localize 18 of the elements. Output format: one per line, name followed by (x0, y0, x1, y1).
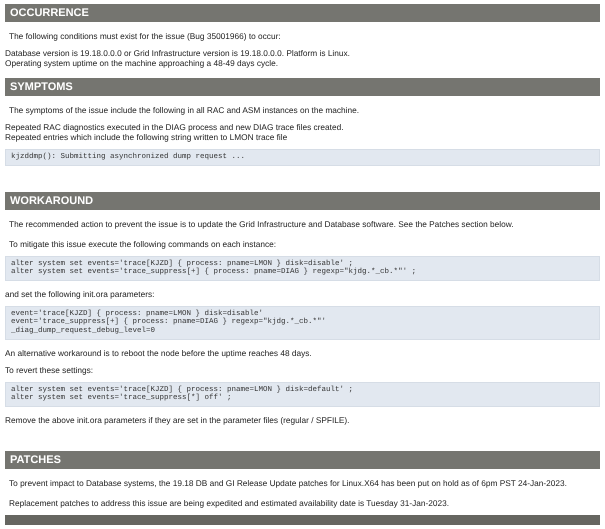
section-header: PATCHES (5, 450, 600, 469)
text-line: Operating system uptime on the machine approaching a 48-49 days cycle. (5, 58, 280, 68)
section-header: OCCURRENCE (5, 4, 600, 22)
paragraph: Replacement patches to address this issue are being expedited and estimated availability date is Tuesday 31-Jan-2023. (8, 496, 450, 509)
paragraph: The following conditions must exist for the issue (Bug 35001966) to occur: (8, 30, 282, 42)
text-line: Repeated entries which include the following string written to LMON trace file (5, 132, 288, 142)
text-line: Database version is 19.18.0.0.0 or Grid Infrastructure version is 19.18.0.0.0. Platform is Linux. (5, 48, 351, 58)
text-line: and set the following init.ora parameters: (5, 288, 156, 299)
text-line: An alternative workaround is to reboot the node before the uptime reaches 48 days. (5, 348, 313, 358)
text-line: Repeated RAC diagnostics executed in the DIAG process and new DIAG trace files created. (5, 122, 345, 132)
paragraph: The recommended action to prevent the issue is to update the Grid Infrastructure and Database software. See the Patches section below. (8, 218, 515, 230)
text-line: To revert these settings: (5, 364, 94, 375)
text-line: Remove the above init.ora parameters if they are set in the parameter files (regular / SPFILE). (5, 414, 350, 425)
paragraph: To prevent impact to Database systems, the 19.18 DB and GI Release Update patches for Linux.X64 has been put on hold as of 6pm PST 24-Jan-2023. (8, 476, 568, 489)
section-header: WORKAROUND (5, 192, 600, 210)
paragraph: To mitigate this issue execute the following commands on each instance: (8, 238, 278, 250)
paragraph: The symptoms of the issue include the following in all RAC and ASM instances on the machine. (8, 104, 360, 116)
section-header: SYMPTOMS (5, 78, 600, 96)
